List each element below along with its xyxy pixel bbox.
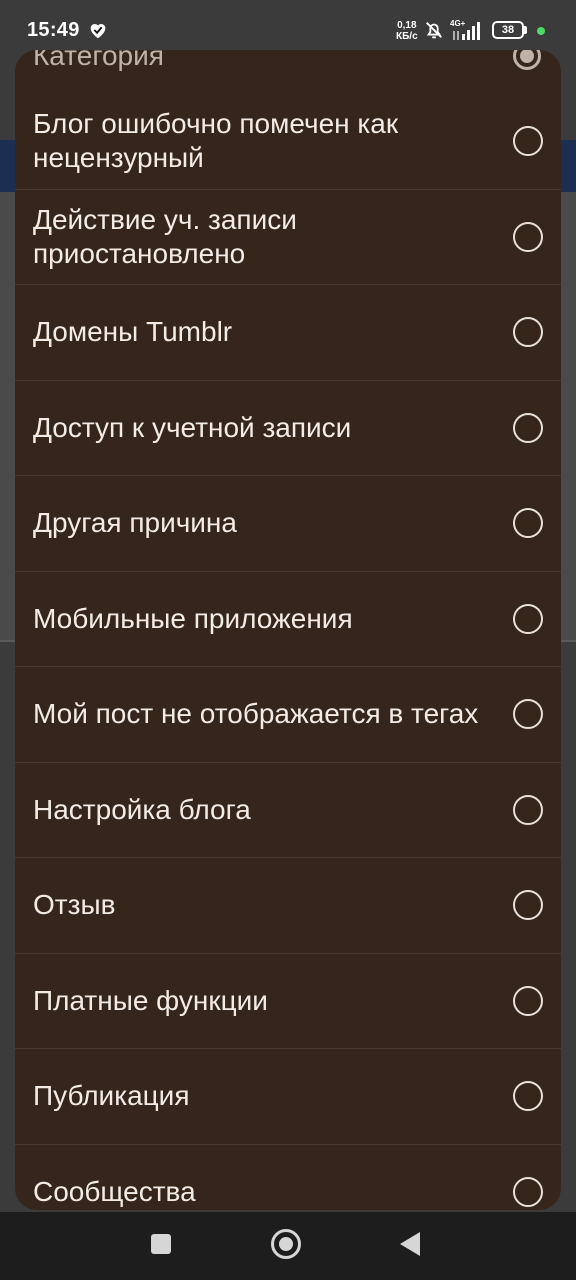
option-label: Действие уч. записи приостановлено — [33, 203, 297, 269]
option-blog-flagged[interactable]: Блог ошибочно помечен как нецензурный — [15, 94, 561, 190]
category-dialog: Категория Блог ошибочно помечен как неце… — [15, 50, 561, 1210]
option-label: Мобильные приложения — [33, 602, 353, 634]
option-post-not-in-tags[interactable]: Мой пост не отображается в тегах — [15, 667, 561, 763]
home-button[interactable] — [271, 1229, 301, 1259]
option-tumblr-domains[interactable]: Домены Tumblr — [15, 285, 561, 381]
radio-button[interactable] — [513, 985, 543, 1016]
radio-button[interactable] — [513, 221, 543, 252]
radio-button[interactable] — [513, 699, 543, 730]
option-label: Отзыв — [33, 889, 116, 921]
radio-button[interactable] — [513, 317, 543, 348]
net-speed-value: 0,18 — [397, 20, 417, 31]
radio-button[interactable] — [513, 412, 543, 443]
radio-button[interactable] — [513, 794, 543, 825]
bell-off-icon — [426, 22, 442, 39]
status-time: 15:49 — [27, 19, 80, 41]
battery-cap — [524, 26, 527, 34]
option-communities[interactable]: Сообщества — [15, 1145, 561, 1211]
screen: 15:49 0,18 КБ/с 4G+ 38 Категория Блог ош… — [0, 0, 576, 1280]
option-other-reason[interactable]: Другая причина — [15, 476, 561, 572]
option-posting[interactable]: Публикация — [15, 1049, 561, 1145]
option-label: Публикация — [33, 1080, 190, 1112]
net-speed-unit: КБ/с — [396, 31, 418, 42]
option-label: Другая причина — [33, 507, 237, 539]
recent-apps-button[interactable] — [151, 1234, 171, 1254]
option-label: Домены Tumblr — [33, 316, 233, 348]
option-blog-settings[interactable]: Настройка блога — [15, 763, 561, 858]
network-type-label: 4G+ — [450, 19, 466, 28]
signal-icon: 4G+ — [450, 19, 480, 40]
radio-button[interactable] — [513, 603, 543, 634]
option-mobile-apps[interactable]: Мобильные приложения — [15, 572, 561, 667]
battery-level: 38 — [501, 24, 515, 36]
option-label: Платные функции — [33, 984, 268, 1016]
option-paid-features[interactable]: Платные функции — [15, 954, 561, 1049]
status-indicator-dot — [537, 27, 545, 35]
battery-icon: 38 — [492, 21, 528, 39]
option-account-suspended[interactable]: Действие уч. записи приостановлено — [15, 190, 561, 285]
option-label: Доступ к учетной записи — [33, 411, 352, 443]
radio-button[interactable] — [513, 890, 543, 921]
radio-button[interactable] — [513, 126, 543, 157]
back-button[interactable] — [400, 1232, 420, 1256]
option-label: Мой пост не отображается в тегах — [33, 698, 479, 730]
status-bar: 15:49 0,18 КБ/с 4G+ 38 — [0, 0, 576, 62]
option-feedback[interactable]: Отзыв — [15, 858, 561, 954]
option-label: Блог ошибочно помечен как нецензурный — [33, 108, 399, 174]
radio-button[interactable] — [513, 508, 543, 539]
option-account-access[interactable]: Доступ к учетной записи — [15, 381, 561, 476]
option-label: Настройка блога — [33, 793, 251, 825]
heart-icon — [90, 24, 106, 39]
radio-button[interactable] — [513, 1176, 543, 1207]
category-options-list[interactable]: Блог ошибочно помечен как нецензурный Де… — [15, 94, 561, 1210]
option-label: Сообщества — [33, 1175, 196, 1207]
navigation-bar — [0, 1212, 576, 1280]
radio-button[interactable] — [513, 1081, 543, 1112]
net-speed: 0,18 КБ/с — [396, 20, 418, 42]
